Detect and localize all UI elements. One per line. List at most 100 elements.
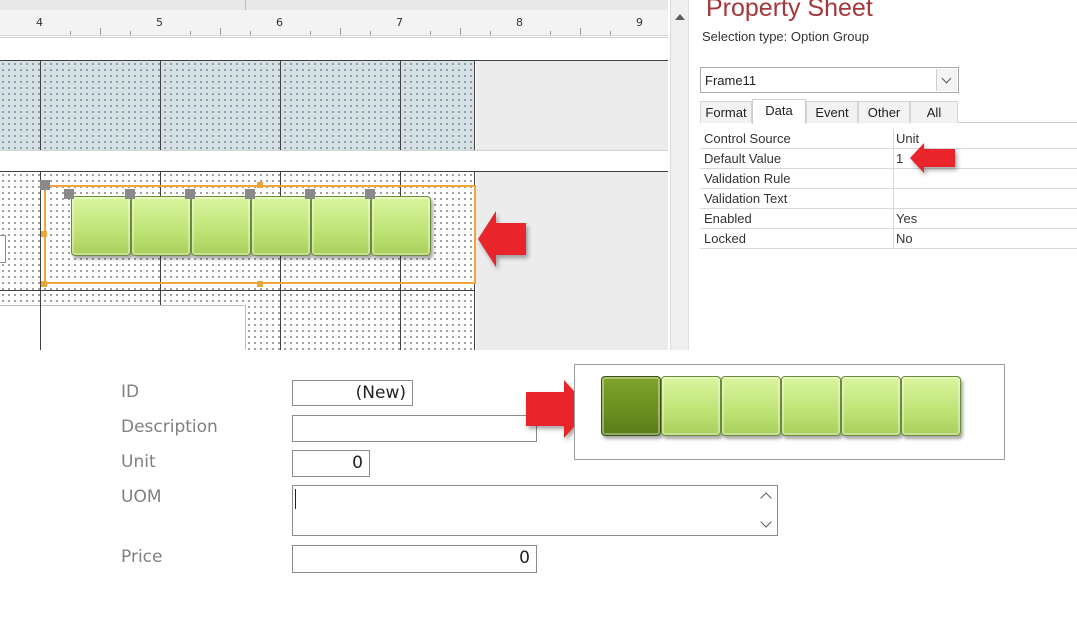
grid-line — [40, 305, 41, 350]
option-button-3[interactable] — [191, 196, 251, 256]
description-field[interactable] — [292, 415, 537, 442]
combo-dropdown-button[interactable] — [936, 69, 957, 91]
property-row-locked[interactable]: Locked No — [700, 229, 1077, 249]
object-selector-combo[interactable]: Frame11 — [700, 67, 959, 93]
object-selector-value: Frame11 — [705, 73, 757, 88]
tab-all[interactable]: All — [910, 101, 958, 123]
property-row-validation-text[interactable]: Validation Text — [700, 189, 1077, 209]
option-button-1[interactable] — [71, 196, 131, 256]
ruler-mark: 4 — [36, 16, 43, 29]
option-button-4[interactable] — [251, 196, 311, 256]
price-field[interactable]: 0 — [292, 545, 537, 573]
option-group-frame[interactable] — [574, 364, 1005, 460]
property-value[interactable]: Yes — [896, 211, 917, 226]
form-header-section-bar[interactable] — [0, 37, 668, 61]
ruler-tick — [430, 31, 431, 35]
grid-line — [400, 61, 401, 150]
property-name: Locked — [704, 231, 746, 246]
button-handle[interactable] — [305, 189, 315, 199]
property-row-default-value[interactable]: Default Value 1 — [700, 149, 1077, 169]
ruler-tick — [130, 31, 131, 35]
unit-field[interactable]: 0 — [292, 450, 370, 477]
option-button-6[interactable] — [901, 376, 961, 436]
resize-handle[interactable] — [40, 180, 50, 190]
button-handle[interactable] — [64, 189, 74, 199]
form-header-section[interactable] — [0, 61, 475, 150]
ruler-tick — [190, 31, 191, 35]
red-arrow-left-icon — [910, 143, 955, 173]
button-handle[interactable] — [185, 189, 195, 199]
selection-type-value: Option Group — [790, 29, 869, 44]
ruler-tick — [550, 31, 551, 35]
button-handle[interactable] — [125, 189, 135, 199]
uom-scrollbar[interactable] — [757, 486, 777, 535]
property-row-validation-rule[interactable]: Validation Rule — [700, 169, 1077, 189]
ruler-tick — [340, 28, 341, 35]
property-row-enabled[interactable]: Enabled Yes — [700, 209, 1077, 229]
selection-type: Selection type: Option Group — [702, 29, 869, 44]
price-label: Price — [121, 547, 163, 567]
design-top-strip — [0, 0, 668, 10]
resize-handle[interactable] — [41, 231, 47, 237]
resize-handle[interactable] — [41, 281, 47, 287]
option-button-1-selected[interactable] — [601, 376, 661, 436]
ruler-mark: 6 — [276, 16, 283, 29]
property-name: Enabled — [704, 211, 752, 226]
tab-other[interactable]: Other — [858, 101, 910, 123]
tab-format[interactable]: Format — [700, 101, 752, 123]
scroll-up-icon[interactable] — [675, 14, 685, 20]
column-separator — [893, 229, 894, 249]
property-value[interactable]: No — [896, 231, 913, 246]
option-button-2[interactable] — [131, 196, 191, 256]
property-name: Validation Text — [704, 191, 788, 206]
tab-data[interactable]: Data — [752, 99, 806, 124]
property-name: Control Source — [704, 131, 791, 146]
property-value[interactable]: 1 — [896, 151, 903, 166]
resize-handle[interactable] — [257, 182, 263, 188]
id-field[interactable]: (New) — [292, 380, 413, 406]
red-arrow-left-icon — [478, 211, 526, 267]
option-button-4[interactable] — [781, 376, 841, 436]
property-name: Default Value — [704, 151, 782, 166]
lower-left-control[interactable] — [0, 305, 246, 350]
option-button-3[interactable] — [721, 376, 781, 436]
chevron-down-icon — [941, 73, 952, 84]
tab-event[interactable]: Event — [806, 101, 858, 123]
column-separator — [893, 149, 894, 169]
detail-section-bar[interactable] — [0, 150, 668, 172]
property-sheet-title: Property Sheet — [706, 0, 873, 22]
uom-label: UOM — [121, 487, 162, 507]
uom-field[interactable] — [292, 485, 778, 536]
chevron-down-icon[interactable] — [760, 516, 772, 528]
grid-line — [0, 290, 475, 291]
grid-line — [160, 61, 161, 150]
property-tabs: Format Data Event Other All — [700, 99, 1077, 124]
ruler-mark: 5 — [156, 16, 163, 29]
ruler-tick — [250, 31, 251, 35]
hidden-textbox[interactable] — [0, 235, 6, 263]
property-grid: Control Source Unit Default Value 1 Vali… — [700, 129, 1077, 249]
option-button-2[interactable] — [661, 376, 721, 436]
button-handle[interactable] — [365, 189, 375, 199]
ruler-mark: 8 — [516, 16, 523, 29]
button-handle[interactable] — [245, 189, 255, 199]
ruler-tick — [370, 31, 371, 35]
form-design-view[interactable]: 4 5 6 7 8 9 — [0, 0, 688, 350]
property-row-control-source[interactable]: Control Source Unit — [700, 129, 1077, 149]
ruler-tick — [610, 31, 611, 35]
ruler-tick — [460, 28, 461, 35]
column-separator — [893, 189, 894, 209]
design-empty-area — [476, 61, 668, 150]
text-caret — [295, 489, 296, 509]
resize-handle[interactable] — [257, 281, 263, 287]
column-separator — [893, 209, 894, 229]
option-button-5[interactable] — [311, 196, 371, 256]
option-button-6[interactable] — [371, 196, 431, 256]
column-separator — [893, 169, 894, 189]
panel-divider[interactable] — [688, 0, 700, 350]
design-scrollbar[interactable] — [670, 0, 688, 350]
column-separator — [893, 129, 894, 149]
option-button-5[interactable] — [841, 376, 901, 436]
selection-type-label: Selection type: — [702, 29, 788, 44]
chevron-up-icon[interactable] — [760, 492, 772, 504]
